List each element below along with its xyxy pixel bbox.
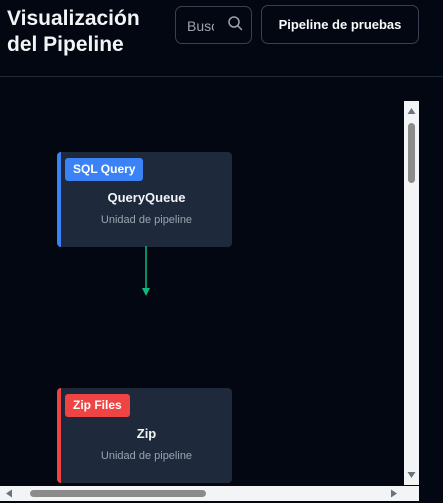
pipeline-canvas[interactable]: SQL Query QueryQueue Unidad de pipeline … (0, 78, 404, 486)
vertical-scroll-thumb[interactable] (408, 123, 415, 183)
horizontal-scroll-thumb[interactable] (30, 490, 206, 497)
node-name: QueryQueue (107, 190, 186, 205)
scroll-right-icon[interactable] (390, 489, 398, 498)
test-pipeline-button[interactable]: Pipeline de pruebas (261, 5, 419, 44)
scrollbar-corner (404, 486, 419, 501)
scroll-down-icon[interactable] (407, 471, 416, 479)
pipeline-edge (142, 246, 150, 296)
node-subtitle: Unidad de pipeline (100, 214, 193, 226)
node-name: Zip (136, 426, 157, 441)
search-input[interactable] (187, 17, 214, 35)
node-subtitle: Unidad de pipeline (100, 450, 193, 462)
page-title: Visualización del Pipeline (7, 7, 140, 56)
pipeline-node-queryqueue[interactable]: SQL Query QueryQueue Unidad de pipeline (57, 152, 232, 247)
search-box[interactable] (175, 6, 252, 44)
scroll-left-icon[interactable] (5, 489, 13, 498)
arrowhead-icon (142, 288, 150, 296)
vertical-scrollbar[interactable] (404, 101, 419, 485)
node-type-badge: SQL Query (65, 158, 144, 181)
node-type-badge: Zip Files (65, 394, 130, 417)
pipeline-node-zip[interactable]: Zip Files Zip Unidad de pipeline (57, 388, 232, 483)
scroll-up-icon[interactable] (407, 107, 416, 115)
search-icon[interactable] (227, 15, 243, 31)
header: Visualización del Pipeline Pipeline de p… (0, 0, 443, 77)
horizontal-scrollbar[interactable] (0, 486, 404, 501)
